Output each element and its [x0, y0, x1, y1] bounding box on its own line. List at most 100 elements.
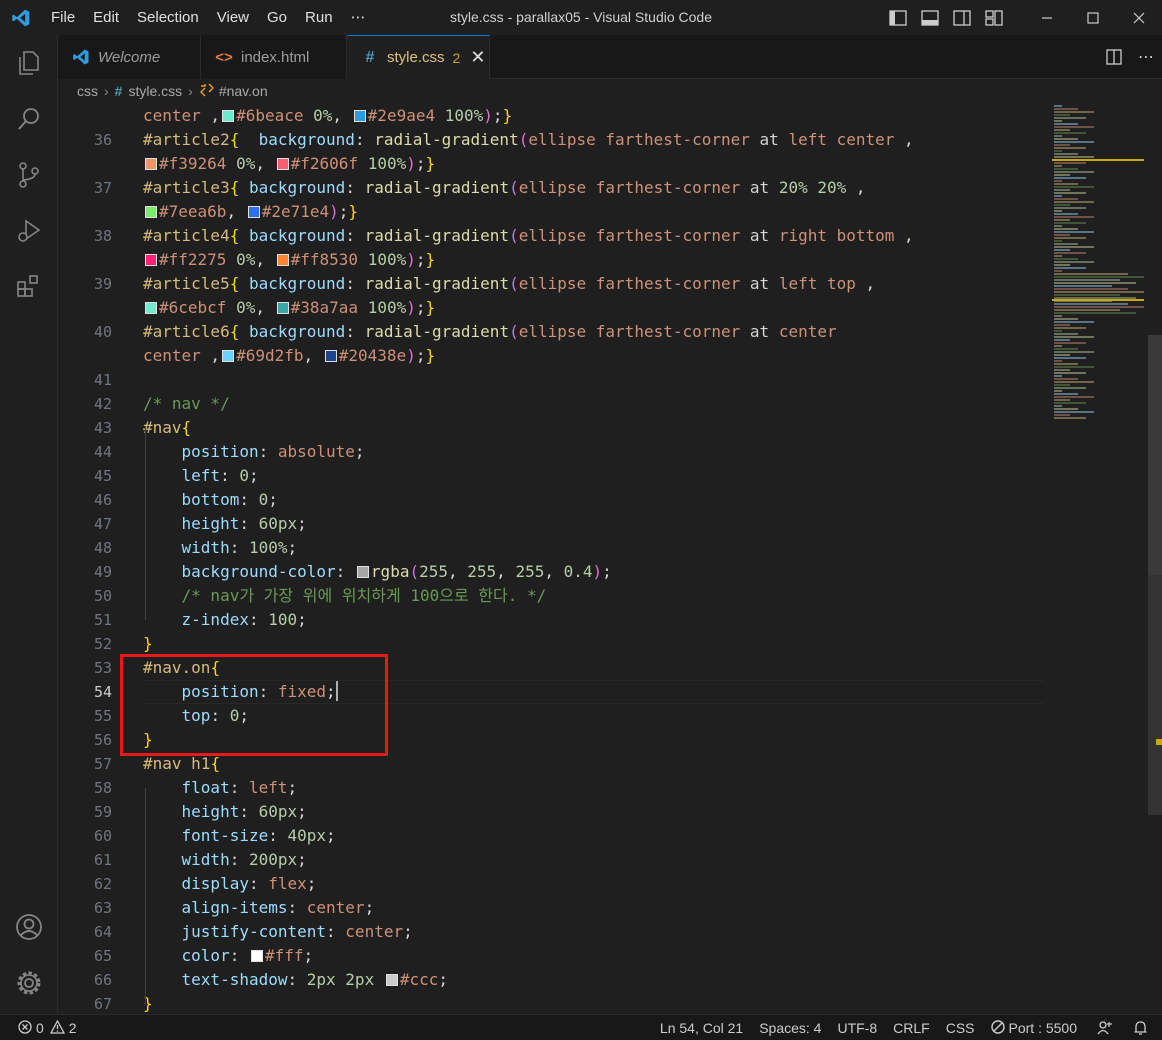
code-line[interactable]: 48 width: 100%;	[58, 536, 1104, 560]
code-line[interactable]: 60 font-size: 40px;	[58, 824, 1104, 848]
color-swatch[interactable]	[250, 950, 263, 962]
code-token: :	[345, 322, 365, 341]
code-line[interactable]: 62 display: flex;	[58, 872, 1104, 896]
indentation[interactable]: Spaces: 4	[751, 1015, 829, 1040]
cursor-position[interactable]: Ln 54, Col 21	[652, 1015, 751, 1040]
code-line[interactable]: center , #69d2fb, #20438e);}	[58, 344, 1104, 368]
code-line[interactable]: 41	[58, 368, 1104, 392]
more-actions-icon[interactable]: ⋯	[1130, 40, 1162, 75]
code-token: #article4	[143, 226, 230, 245]
color-swatch[interactable]	[222, 110, 235, 122]
breadcrumb-symbol[interactable]: #nav.on	[219, 83, 268, 99]
code-line[interactable]: 63 align-items: center;	[58, 896, 1104, 920]
menu-item[interactable]: Run	[296, 0, 342, 35]
tab-style-css[interactable]: # style.css 2 ✕	[347, 35, 490, 79]
menu-item[interactable]: Selection	[128, 0, 208, 35]
code-line[interactable]: 50 /* nav가 가장 위에 위치하게 100으로 한다. */	[58, 584, 1104, 608]
code-line[interactable]: 46 bottom: 0;	[58, 488, 1104, 512]
code-line[interactable]: #7eea6b, #2e71e4);}	[58, 200, 1104, 224]
close-window-icon[interactable]	[1116, 0, 1162, 35]
end-of-line[interactable]: CRLF	[885, 1015, 938, 1040]
code-editor[interactable]: center , #6beace 0%, #2e9ae4 100%);} 36 #ar…	[58, 103, 1162, 1014]
color-swatch[interactable]	[145, 206, 157, 218]
customize-layout-icon[interactable]	[978, 0, 1010, 35]
color-swatch[interactable]	[276, 254, 289, 266]
run-debug-icon[interactable]	[0, 203, 58, 259]
code-token: ,	[303, 346, 323, 365]
code-line[interactable]: #ff2275 0%, #ff8530 100%);}	[58, 248, 1104, 272]
code-line[interactable]: 51 z-index: 100;	[58, 608, 1104, 632]
tab-index-html[interactable]: <> index.html	[201, 35, 347, 79]
source-control-icon[interactable]	[0, 147, 58, 203]
color-swatch[interactable]	[222, 350, 235, 362]
code-line[interactable]: 61 width: 200px;	[58, 848, 1104, 872]
code-line[interactable]: 40 #article6{ background: radial-gradient…	[58, 320, 1104, 344]
toggle-primary-sidebar-icon[interactable]	[882, 0, 914, 35]
encoding[interactable]: UTF-8	[829, 1015, 885, 1040]
code-token: #2e9ae4	[367, 106, 436, 125]
problems-indicator[interactable]: 0 2	[18, 1015, 85, 1040]
minimap[interactable]	[1052, 103, 1144, 1014]
color-swatch[interactable]	[145, 158, 157, 170]
vertical-scrollbar[interactable]	[1148, 103, 1162, 1014]
breadcrumb-file[interactable]: style.css	[128, 83, 182, 99]
settings-gear-icon[interactable]	[0, 955, 58, 1011]
code-line[interactable]: 42 /* nav */	[58, 392, 1104, 416]
vscode-logo-icon[interactable]	[0, 0, 42, 35]
minimap-line	[1054, 234, 1070, 236]
code-line[interactable]: 52}	[58, 632, 1104, 656]
color-swatch[interactable]	[385, 974, 398, 986]
color-swatch[interactable]	[247, 206, 260, 218]
color-swatch[interactable]	[356, 566, 369, 578]
code-line[interactable]: 43 #nav{	[58, 416, 1104, 440]
code-line[interactable]: 66 text-shadow: 2px 2px #ccc;	[58, 968, 1104, 992]
code-line[interactable]: 44 position: absolute;	[58, 440, 1104, 464]
menu-item[interactable]: Go	[258, 0, 296, 35]
code-line[interactable]: 37 #article3{ background: radial-gradient…	[58, 176, 1104, 200]
maximize-icon[interactable]	[1070, 0, 1116, 35]
code-line[interactable]: #6cebcf 0%, #38a7aa 100%);}	[58, 296, 1104, 320]
menu-item[interactable]: View	[208, 0, 258, 35]
minimize-icon[interactable]	[1024, 0, 1070, 35]
code-token: bottom	[181, 490, 240, 509]
code-line[interactable]: 65 color: #fff;	[58, 944, 1104, 968]
breadcrumb-folder[interactable]: css	[77, 83, 98, 99]
split-editor-icon[interactable]	[1098, 40, 1130, 75]
code-line[interactable]: 49 background-color: rgba(255, 255, 255,…	[58, 560, 1104, 584]
color-swatch[interactable]	[145, 302, 157, 314]
color-swatch[interactable]	[145, 254, 157, 266]
code-line[interactable]: 36 #article2{ background: radial-gradient…	[58, 128, 1104, 152]
code-token: #38a7aa	[290, 298, 359, 317]
live-server-port[interactable]: Port : 5500	[983, 1015, 1086, 1040]
color-swatch[interactable]	[276, 302, 289, 314]
code-line[interactable]: 38 #article4{ background: radial-gradient…	[58, 224, 1104, 248]
code-line[interactable]: #f39264 0%, #f2606f 100%);}	[58, 152, 1104, 176]
extensions-icon[interactable]	[0, 259, 58, 315]
code-line[interactable]: 58 float: left;	[58, 776, 1104, 800]
language-mode[interactable]: CSS	[938, 1015, 983, 1040]
code-line[interactable]: 39 #article5{ background: radial-gradient…	[58, 272, 1104, 296]
notifications-bell-icon[interactable]	[1125, 1015, 1162, 1040]
account-icon[interactable]	[0, 899, 58, 955]
minimap-line	[1054, 111, 1094, 113]
toggle-secondary-sidebar-icon[interactable]	[946, 0, 978, 35]
code-line[interactable]: 45 left: 0;	[58, 464, 1104, 488]
tab-welcome[interactable]: Welcome	[58, 35, 201, 79]
menu-item[interactable]: Edit	[84, 0, 128, 35]
color-swatch[interactable]	[276, 158, 289, 170]
search-icon[interactable]	[0, 91, 58, 147]
color-swatch[interactable]	[324, 350, 337, 362]
code-line[interactable]: 47 height: 60px;	[58, 512, 1104, 536]
code-line[interactable]: center , #6beace 0%, #2e9ae4 100%);}	[58, 104, 1104, 128]
close-icon[interactable]: ✕	[470, 47, 485, 68]
menu-item[interactable]: ⋯	[342, 0, 375, 35]
menu-item[interactable]: File	[42, 0, 84, 35]
tab-label: style.css	[387, 49, 445, 66]
code-line[interactable]: 67}	[58, 992, 1104, 1014]
code-line[interactable]: 64 justify-content: center;	[58, 920, 1104, 944]
toggle-panel-icon[interactable]	[914, 0, 946, 35]
feedback-icon[interactable]	[1085, 1015, 1125, 1040]
color-swatch[interactable]	[353, 110, 366, 122]
explorer-icon[interactable]	[0, 35, 58, 91]
code-line[interactable]: 59 height: 60px;	[58, 800, 1104, 824]
